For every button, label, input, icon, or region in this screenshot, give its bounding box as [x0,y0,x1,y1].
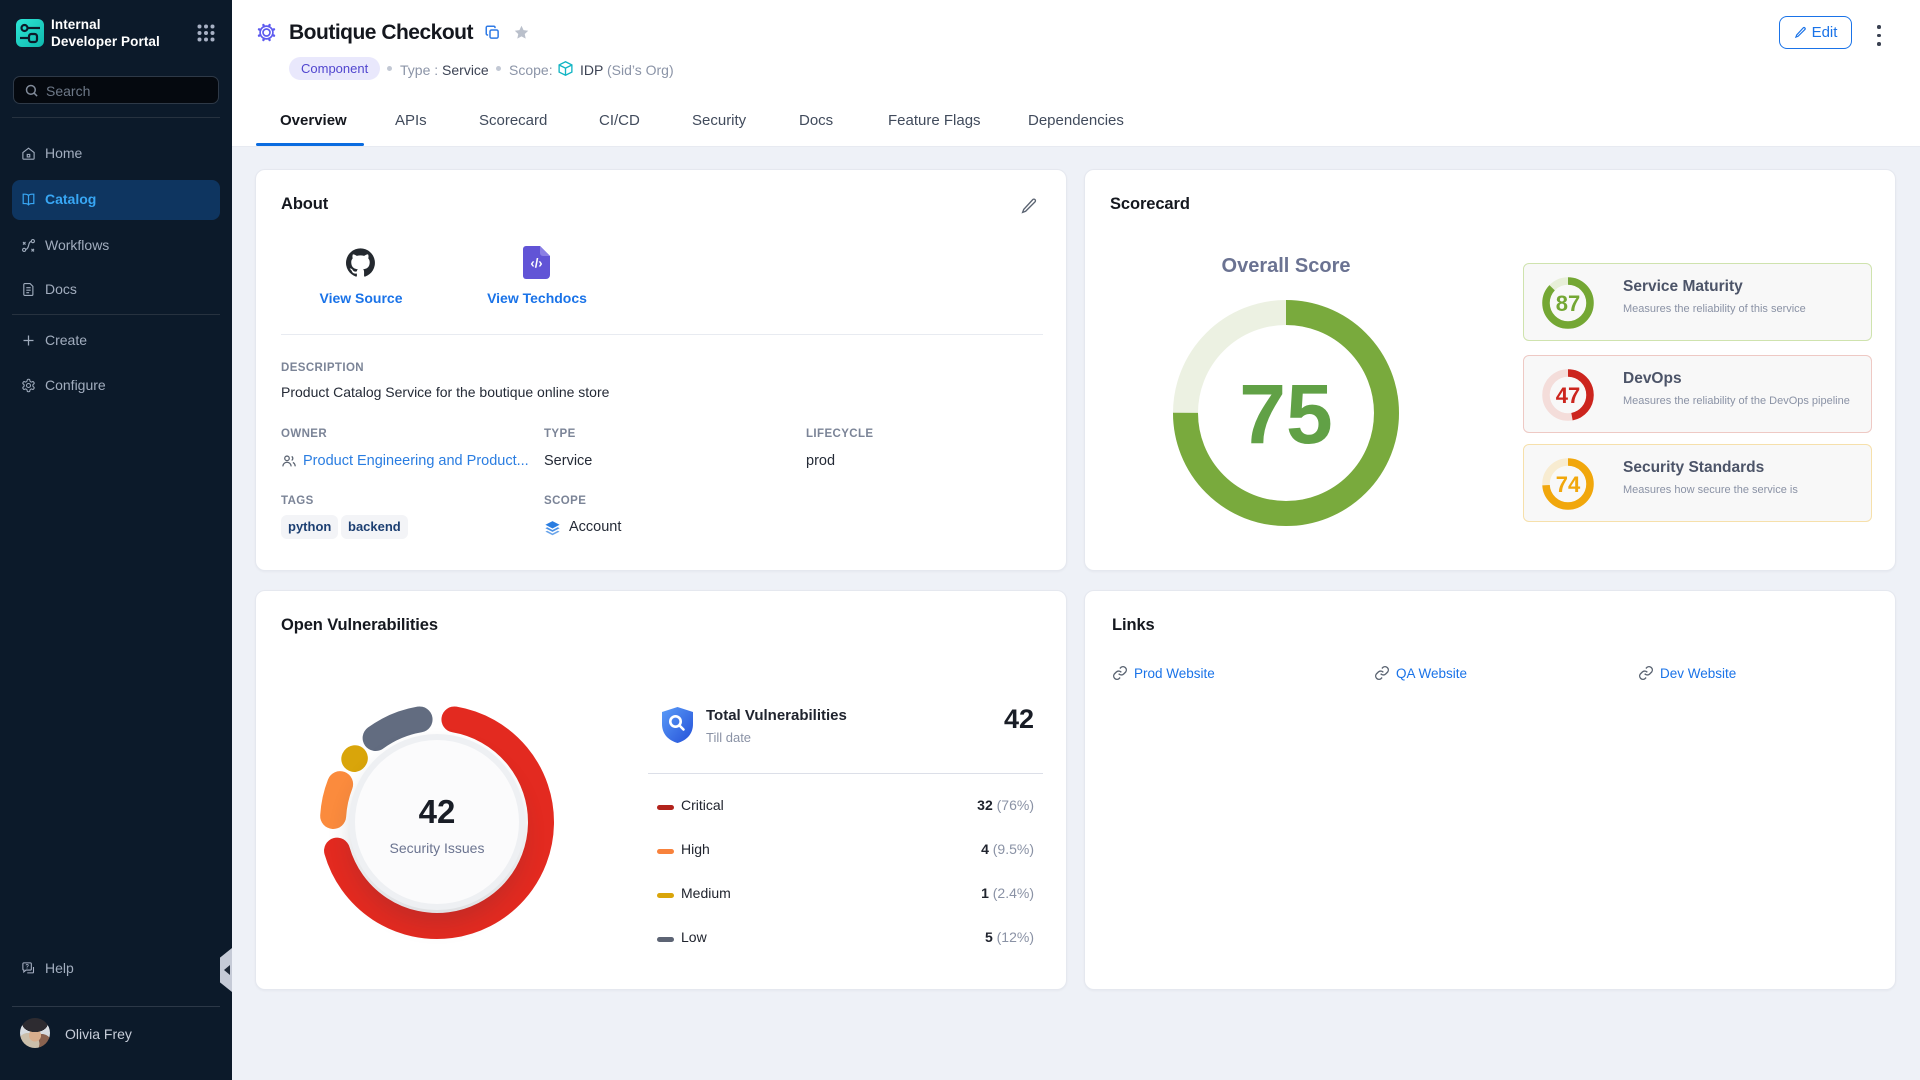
svg-text:‹/›: ‹/› [530,256,542,271]
svg-text:74: 74 [1556,472,1581,497]
svg-text:?: ? [25,965,29,971]
svg-text:87: 87 [1556,291,1580,316]
svg-text:47: 47 [1556,383,1580,408]
svg-text:75: 75 [1239,367,1332,461]
